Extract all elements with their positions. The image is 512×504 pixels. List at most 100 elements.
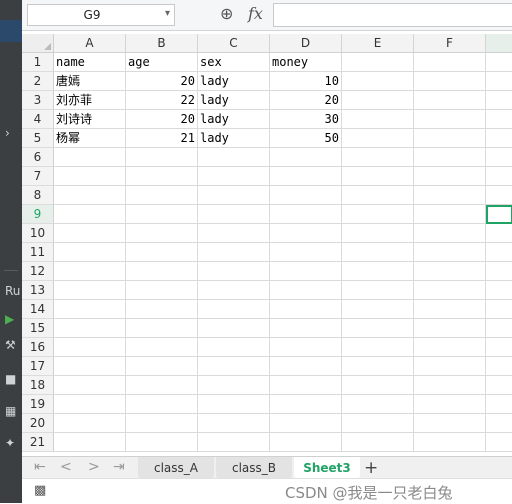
cell-f18[interactable]: [414, 376, 486, 395]
cell-b11[interactable]: [126, 243, 198, 262]
cell-e1[interactable]: [342, 53, 414, 72]
cell-f8[interactable]: [414, 186, 486, 205]
cell-e12[interactable]: [342, 262, 414, 281]
row-header-13[interactable]: 13: [22, 281, 54, 300]
sheet-tab-class-a[interactable]: class_A: [138, 457, 214, 479]
cell-b19[interactable]: [126, 395, 198, 414]
add-sheet-button[interactable]: +: [364, 457, 378, 479]
cell-e18[interactable]: [342, 376, 414, 395]
cell-f9[interactable]: [414, 205, 486, 224]
cell-e14[interactable]: [342, 300, 414, 319]
cell-a14[interactable]: [54, 300, 126, 319]
cell-b15[interactable]: [126, 319, 198, 338]
column-header-d[interactable]: D: [270, 34, 342, 53]
row-header-7[interactable]: 7: [22, 167, 54, 186]
cell-f4[interactable]: [414, 110, 486, 129]
cell-c5[interactable]: lady: [198, 129, 270, 148]
cell-c10[interactable]: [198, 224, 270, 243]
cell-e17[interactable]: [342, 357, 414, 376]
cell-b12[interactable]: [126, 262, 198, 281]
stop-icon[interactable]: ■: [5, 372, 16, 386]
cell-c3[interactable]: lady: [198, 91, 270, 110]
cell-f14[interactable]: [414, 300, 486, 319]
sheet-tab-sheet3[interactable]: Sheet3: [294, 457, 360, 479]
cell-b2[interactable]: 20: [126, 72, 198, 91]
select-all-corner[interactable]: [22, 34, 54, 53]
row-header-17[interactable]: 17: [22, 357, 54, 376]
cell-a12[interactable]: [54, 262, 126, 281]
cell-e16[interactable]: [342, 338, 414, 357]
cell-c15[interactable]: [198, 319, 270, 338]
cell-f12[interactable]: [414, 262, 486, 281]
cell-a16[interactable]: [54, 338, 126, 357]
cell-b16[interactable]: [126, 338, 198, 357]
cell-d20[interactable]: [270, 414, 342, 433]
cell-a19[interactable]: [54, 395, 126, 414]
spreadsheet-grid[interactable]: A B C D E F 1 name age sex money 2 唐嫣 20 lady 10 3 刘亦菲 22 l…: [22, 34, 512, 456]
row-header-19[interactable]: 19: [22, 395, 54, 414]
sheet-tab-class-b[interactable]: class_B: [216, 457, 292, 479]
cell-f17[interactable]: [414, 357, 486, 376]
row-header-3[interactable]: 3: [22, 91, 54, 110]
cell-a21[interactable]: [54, 433, 126, 452]
cell-a6[interactable]: [54, 148, 126, 167]
formula-input[interactable]: [273, 3, 512, 27]
cell-c18[interactable]: [198, 376, 270, 395]
cell-b20[interactable]: [126, 414, 198, 433]
cell-f19[interactable]: [414, 395, 486, 414]
cell-b4[interactable]: 20: [126, 110, 198, 129]
row-header-20[interactable]: 20: [22, 414, 54, 433]
cell-f6[interactable]: [414, 148, 486, 167]
cell-b21[interactable]: [126, 433, 198, 452]
cell-d15[interactable]: [270, 319, 342, 338]
cell-d13[interactable]: [270, 281, 342, 300]
cell-b14[interactable]: [126, 300, 198, 319]
cell-f3[interactable]: [414, 91, 486, 110]
cell-b7[interactable]: [126, 167, 198, 186]
cell-a3[interactable]: 刘亦菲: [54, 91, 126, 110]
cell-f7[interactable]: [414, 167, 486, 186]
row-header-10[interactable]: 10: [22, 224, 54, 243]
cell-e20[interactable]: [342, 414, 414, 433]
cell-d17[interactable]: [270, 357, 342, 376]
cell-d19[interactable]: [270, 395, 342, 414]
cell-b9[interactable]: [126, 205, 198, 224]
last-sheet-nav-icon[interactable]: ⇥: [113, 459, 125, 475]
cell-a2[interactable]: 唐嫣: [54, 72, 126, 91]
cell-c11[interactable]: [198, 243, 270, 262]
cell-f2[interactable]: [414, 72, 486, 91]
cell-c12[interactable]: [198, 262, 270, 281]
cell-d11[interactable]: [270, 243, 342, 262]
cell-d8[interactable]: [270, 186, 342, 205]
cell-e15[interactable]: [342, 319, 414, 338]
cell-d14[interactable]: [270, 300, 342, 319]
row-header-18[interactable]: 18: [22, 376, 54, 395]
row-header-2[interactable]: 2: [22, 72, 54, 91]
cell-a17[interactable]: [54, 357, 126, 376]
row-header-5[interactable]: 5: [22, 129, 54, 148]
cell-f11[interactable]: [414, 243, 486, 262]
cell-a13[interactable]: [54, 281, 126, 300]
row-header-16[interactable]: 16: [22, 338, 54, 357]
cell-d2[interactable]: 10: [270, 72, 342, 91]
cell-b13[interactable]: [126, 281, 198, 300]
row-header-8[interactable]: 8: [22, 186, 54, 205]
cell-f10[interactable]: [414, 224, 486, 243]
cell-c2[interactable]: lady: [198, 72, 270, 91]
cell-b17[interactable]: [126, 357, 198, 376]
chevron-down-icon[interactable]: ▾: [165, 8, 170, 19]
row-header-14[interactable]: 14: [22, 300, 54, 319]
cell-a8[interactable]: [54, 186, 126, 205]
cell-e7[interactable]: [342, 167, 414, 186]
cell-e2[interactable]: [342, 72, 414, 91]
cell-d9[interactable]: [270, 205, 342, 224]
macro-record-icon[interactable]: ▩: [34, 483, 46, 498]
cell-e11[interactable]: [342, 243, 414, 262]
cell-b5[interactable]: 21: [126, 129, 198, 148]
cell-f13[interactable]: [414, 281, 486, 300]
layout-icon[interactable]: ▦: [5, 404, 16, 418]
cell-a11[interactable]: [54, 243, 126, 262]
cell-e13[interactable]: [342, 281, 414, 300]
cell-a5[interactable]: 杨幂: [54, 129, 126, 148]
cell-c17[interactable]: [198, 357, 270, 376]
